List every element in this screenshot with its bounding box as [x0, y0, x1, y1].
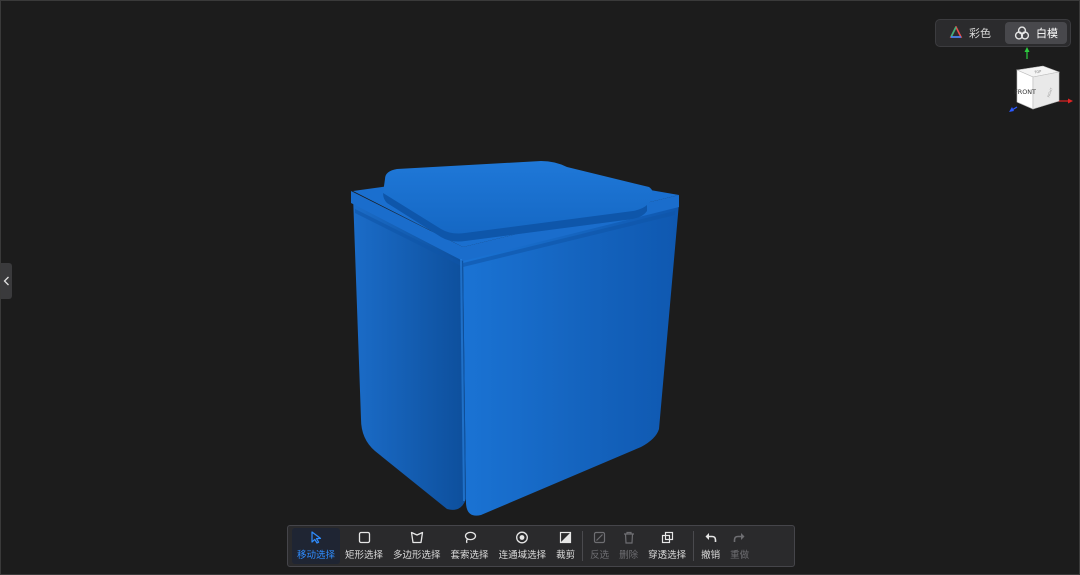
z-axis-arrow-icon: [1009, 107, 1014, 112]
penetrate-select-label: 穿透选择: [648, 550, 687, 561]
cube-right-face[interactable]: [1032, 71, 1060, 110]
color-mode-label: 彩色: [969, 27, 991, 40]
undo-label: 撤销: [701, 550, 721, 561]
toolbar-divider: [582, 531, 584, 561]
connected-region-select-tool[interactable]: 连通域选择: [494, 528, 552, 564]
view-cube[interactable]: TOP FRONT RIGHT: [1003, 47, 1077, 115]
invert-selection-label: 反选: [590, 550, 610, 561]
connected-region-icon: [516, 531, 529, 544]
sidebar-collapse-button[interactable]: [1, 263, 12, 299]
rectangle-icon: [358, 531, 370, 544]
crop-icon: [559, 531, 572, 544]
invert-selection-tool[interactable]: 反选: [585, 528, 614, 564]
delete-tool[interactable]: 删除: [614, 528, 643, 564]
move-select-label: 移动选择: [297, 550, 336, 561]
toolbar-divider: [693, 531, 695, 561]
undo-tool[interactable]: 撤销: [696, 528, 725, 564]
redo-label: 重做: [730, 550, 750, 561]
crop-label: 裁剪: [556, 550, 576, 561]
redo-tool[interactable]: 重做: [725, 528, 754, 564]
penetrate-select-tool[interactable]: 穿透选择: [643, 528, 691, 564]
invert-selection-icon: [593, 531, 606, 544]
render-mode-toggle: 彩色 白模: [935, 19, 1071, 47]
selection-toolbar: 移动选择 矩形选择 多边形选择 套索选择 连通域选择 裁剪 反选 删除 穿透选择…: [287, 525, 795, 567]
lasso-icon: [464, 531, 476, 544]
undo-icon: [705, 533, 717, 542]
delete-label: 删除: [619, 550, 639, 561]
rectangle-select-tool[interactable]: 矩形选择: [340, 528, 388, 564]
polygon-select-tool[interactable]: 多边形选择: [388, 528, 446, 564]
crop-tool[interactable]: 裁剪: [551, 528, 580, 564]
color-mode-button[interactable]: 彩色: [939, 22, 1001, 44]
polygon-icon: [410, 531, 423, 544]
polygon-select-label: 多边形选择: [393, 550, 441, 561]
3d-viewport[interactable]: 彩色 白模 TOP FRONT RIGHT 移动选择 矩形选择 多边形选择 套索…: [0, 0, 1080, 575]
cube-front-label: FRONT: [1014, 88, 1036, 96]
cursor-icon: [310, 531, 321, 544]
connected-region-select-label: 连通域选择: [498, 550, 547, 561]
y-axis-arrow-icon: [1024, 47, 1030, 52]
redo-icon: [733, 533, 745, 542]
trash-icon: [623, 531, 634, 544]
white-model-label: 白模: [1036, 27, 1058, 40]
white-model-button[interactable]: 白模: [1005, 22, 1067, 44]
color-mode-icon: [949, 26, 963, 38]
lasso-select-label: 套索选择: [450, 550, 489, 561]
move-select-tool[interactable]: 移动选择: [292, 528, 341, 564]
chevron-left-icon: [3, 276, 9, 286]
lasso-select-tool[interactable]: 套索选择: [446, 528, 494, 564]
x-axis-arrow-icon: [1068, 98, 1073, 104]
penetrate-select-icon: [661, 531, 673, 544]
white-model-icon: [1014, 26, 1030, 40]
rectangle-select-label: 矩形选择: [345, 550, 384, 561]
3d-model-mesh[interactable]: [341, 151, 691, 526]
